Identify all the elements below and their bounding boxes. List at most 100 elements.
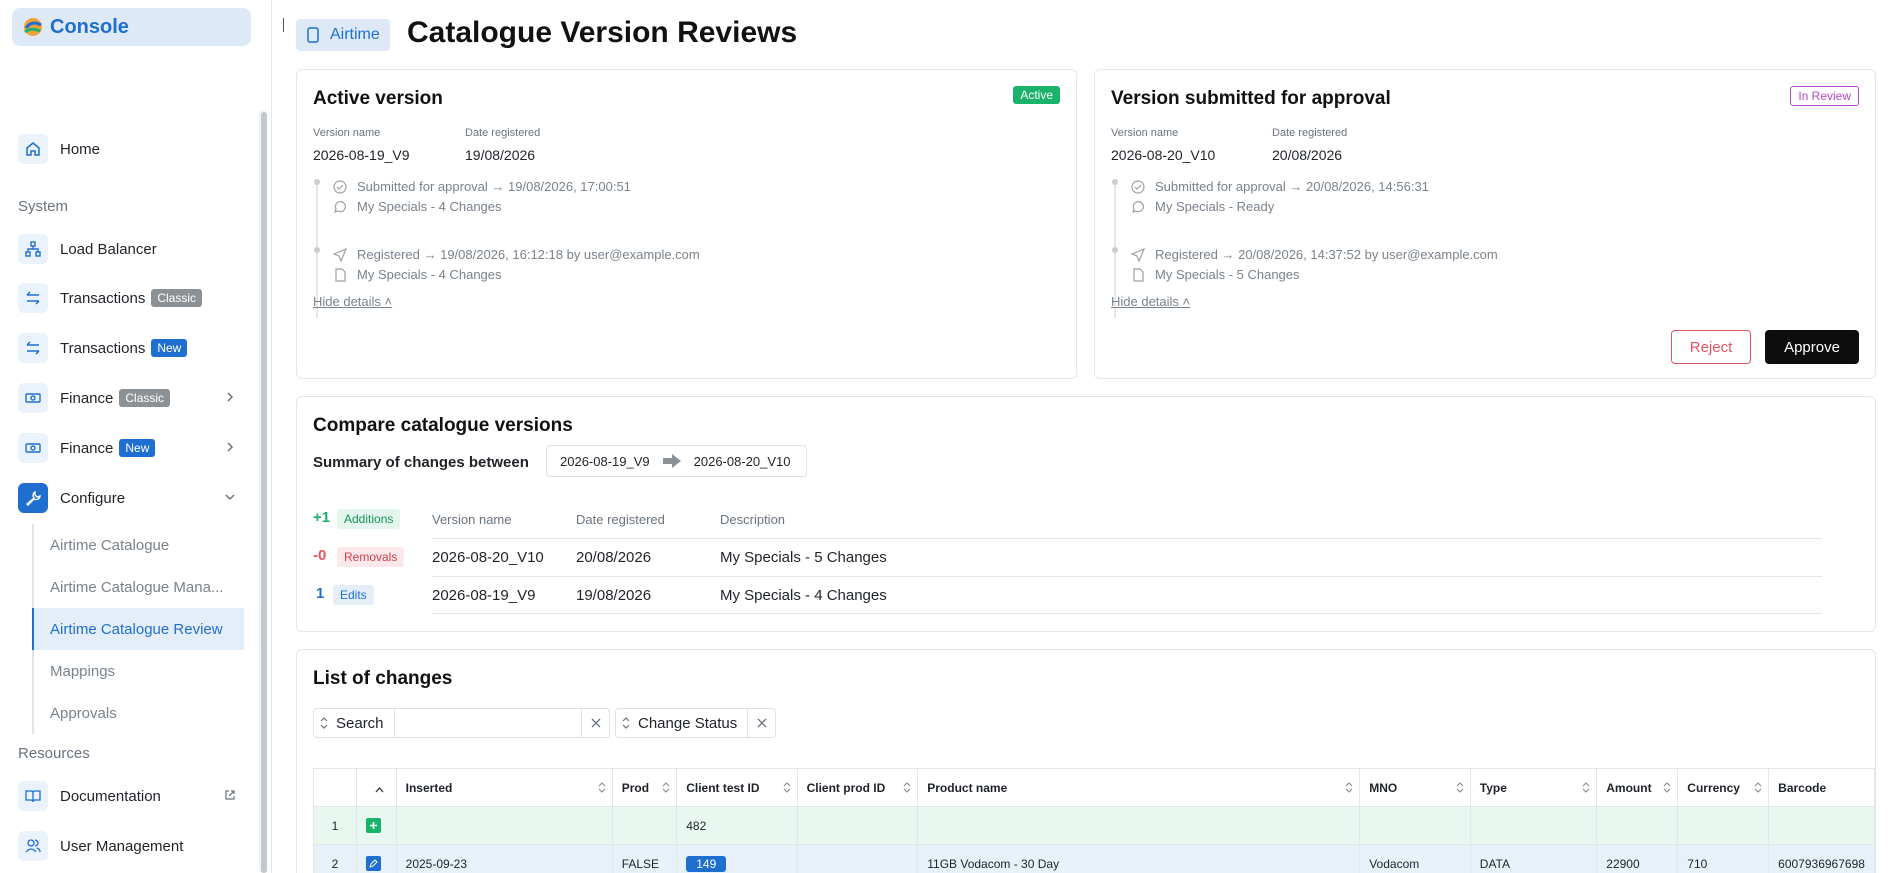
col-label: Type xyxy=(1479,780,1507,795)
sidebar-item-documentation[interactable]: Documentation xyxy=(18,779,238,813)
cell-product-name: 11GB Vodacom - 30 Day xyxy=(917,844,1361,873)
timeline-submitted-note: My Specials - 4 Changes xyxy=(333,199,502,214)
section-resources: Resources xyxy=(18,745,90,762)
cell-client-prod-id xyxy=(796,806,919,845)
subnav-mappings[interactable]: Mappings xyxy=(34,650,246,692)
version-comparison-box: 2026-08-19_V9 2026-08-20_V10 xyxy=(546,445,807,477)
cell-version: 2026-08-19_V9 xyxy=(432,587,536,604)
breadcrumb-airtime[interactable]: Airtime xyxy=(296,19,390,51)
timeline-text: My Specials - 4 Changes xyxy=(357,199,502,214)
sidebar-item-label: Finance xyxy=(60,389,114,407)
table-row[interactable]: 1 482 xyxy=(313,806,1875,845)
sidebar-item-label: Home xyxy=(60,140,101,158)
col-client-test-id[interactable]: Client test ID xyxy=(676,768,798,807)
sidebar-item-finance-classic[interactable]: Finance Classic xyxy=(18,381,238,415)
cell-mno xyxy=(1359,806,1471,845)
text-cursor xyxy=(283,18,284,32)
date-registered-label: Date registered xyxy=(465,127,541,139)
subnav-approvals[interactable]: Approvals xyxy=(34,692,246,734)
col-mno[interactable]: MNO xyxy=(1359,768,1471,807)
sidebar-item-user-management[interactable]: User Management xyxy=(18,829,238,863)
card-title: Version submitted for approval xyxy=(1111,88,1391,109)
cell-date: 20/08/2026 xyxy=(576,549,652,566)
col-client-prod-id[interactable]: Client prod ID xyxy=(796,768,919,807)
reject-button[interactable]: Reject xyxy=(1671,330,1751,364)
version-name-label: Version name xyxy=(1111,127,1179,139)
card-title: Active version xyxy=(313,88,443,109)
sort-icon xyxy=(783,782,791,796)
hide-details-link[interactable]: Hide details ˄ xyxy=(313,294,392,309)
timeline-text: Submitted for approval → 20/08/2026, 14:… xyxy=(1155,179,1429,194)
cell-date: 19/08/2026 xyxy=(576,587,652,604)
sort-icon xyxy=(1663,782,1671,796)
review-version-card: Version submitted for approval In Review… xyxy=(1094,69,1876,379)
cell-type: DATA xyxy=(1469,844,1598,873)
users-icon xyxy=(18,831,48,861)
cell-currency xyxy=(1677,806,1770,845)
col-product-name[interactable]: Product name xyxy=(917,768,1361,807)
sort-icon xyxy=(1754,782,1762,796)
search-field-select[interactable]: Search xyxy=(314,709,394,737)
console-logo[interactable]: Console xyxy=(12,8,251,46)
sidebar-item-load-balancer[interactable]: Load Balancer xyxy=(18,232,238,266)
col-label: Inserted xyxy=(405,780,453,795)
send-icon xyxy=(333,247,347,262)
version-name-value: 2026-08-20_V10 xyxy=(1111,147,1216,163)
additions-count: +1 xyxy=(313,509,331,526)
sidebar-item-label: Transactions xyxy=(60,289,146,307)
subnav-airtime-catalogue[interactable]: Airtime Catalogue xyxy=(34,524,246,566)
removals-badge: Removals xyxy=(337,547,405,567)
col-change-type[interactable] xyxy=(355,768,397,807)
page-title: Catalogue Version Reviews xyxy=(407,16,798,49)
from-version: 2026-08-19_V9 xyxy=(560,453,650,469)
check-circle-icon xyxy=(1131,179,1145,194)
sort-icon xyxy=(622,717,630,729)
cell-prod: FALSE xyxy=(611,844,678,873)
cell-barcode xyxy=(1768,806,1875,845)
sidebar-item-finance-new[interactable]: Finance New xyxy=(18,431,238,465)
sidebar-item-home[interactable]: Home xyxy=(18,132,238,166)
col-amount[interactable]: Amount xyxy=(1596,768,1679,807)
sidebar-item-configure[interactable]: Configure xyxy=(18,481,238,515)
clear-status-button[interactable] xyxy=(747,709,775,737)
cell-client-test-id: 149 xyxy=(676,844,798,873)
cell-product-name xyxy=(917,806,1361,845)
sidebar-item-label: Load Balancer xyxy=(60,240,157,258)
home-icon xyxy=(18,134,48,164)
approve-button[interactable]: Approve xyxy=(1765,330,1859,364)
search-label: Search xyxy=(336,714,384,732)
sidebar-item-transactions-new[interactable]: Transactions New xyxy=(18,331,238,365)
col-barcode[interactable]: Barcode xyxy=(1768,768,1875,807)
sidebar: Console Home System Load Balancer Transa… xyxy=(0,0,272,873)
clear-search-button[interactable] xyxy=(581,709,609,737)
send-icon xyxy=(1131,247,1145,262)
col-label: Client prod ID xyxy=(806,780,886,795)
col-prod[interactable]: Prod xyxy=(611,768,678,807)
hide-details-label: Hide details xyxy=(1111,294,1179,309)
card-title: Compare catalogue versions xyxy=(313,415,573,436)
subnav-airtime-catalogue-review[interactable]: Airtime Catalogue Review xyxy=(32,608,244,650)
status-badge: In Review xyxy=(1790,86,1859,106)
sort-icon xyxy=(320,717,328,729)
table-header-row: Inserted Prod Client test ID Client prod… xyxy=(313,768,1875,807)
hide-details-link[interactable]: Hide details ˄ xyxy=(1111,294,1190,309)
col-type[interactable]: Type xyxy=(1469,768,1598,807)
timeline-registered-note: My Specials - 4 Changes xyxy=(333,267,502,282)
chevron-up-icon xyxy=(375,782,384,796)
edits-badge: Edits xyxy=(333,585,374,605)
sidebar-scroll-thumb[interactable] xyxy=(261,112,267,873)
col-inserted[interactable]: Inserted xyxy=(395,768,613,807)
card-title: List of changes xyxy=(313,668,453,689)
change-status-select[interactable]: Change Status xyxy=(616,709,747,737)
transfer-icon xyxy=(18,283,48,313)
col-label: Product name xyxy=(927,780,1008,795)
table-row[interactable]: 2 2025-09-23 FALSE 149 11GB Vodacom - 30… xyxy=(313,844,1875,873)
date-registered-value: 20/08/2026 xyxy=(1272,147,1343,163)
sidebar-item-transactions-classic[interactable]: Transactions Classic xyxy=(18,281,238,315)
cell-inserted xyxy=(395,806,613,845)
search-input[interactable] xyxy=(393,709,581,737)
edits-count: 1 xyxy=(316,585,325,602)
subnav-airtime-catalogue-management[interactable]: Airtime Catalogue Mana... xyxy=(34,566,246,608)
col-currency[interactable]: Currency xyxy=(1677,768,1770,807)
cell-description: My Specials - 5 Changes xyxy=(720,549,887,566)
